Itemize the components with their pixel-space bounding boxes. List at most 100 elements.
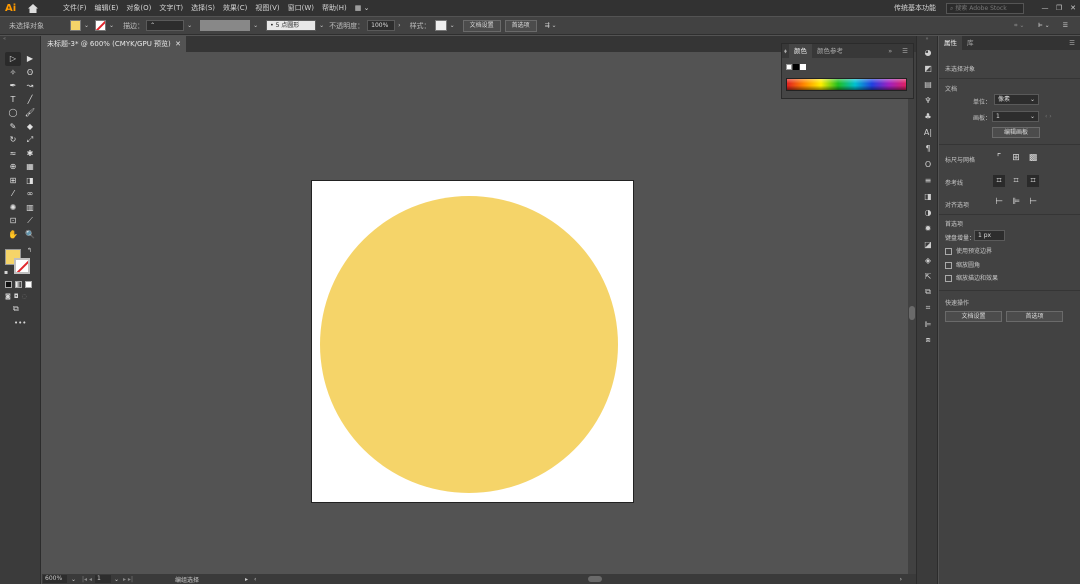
- screen-mode-icon[interactable]: ⧉: [0, 304, 40, 314]
- menu-window[interactable]: 窗口(W): [288, 3, 314, 13]
- default-colors-icon[interactable]: ▪: [4, 269, 8, 276]
- artboard-select[interactable]: 1 ⌄: [992, 111, 1039, 122]
- gradient-tool[interactable]: ◨: [22, 174, 38, 188]
- snap-to-point-icon[interactable]: ⊢: [993, 196, 1005, 208]
- zoom-field[interactable]: 600%: [43, 575, 67, 583]
- menu-file[interactable]: 文件(F): [63, 3, 87, 13]
- tab-color[interactable]: 颜色: [788, 44, 812, 58]
- perspective-grid-tool[interactable]: ▦: [22, 160, 38, 174]
- show-guides-icon[interactable]: ⌗: [993, 175, 1005, 187]
- scroll-left-icon[interactable]: ‹: [254, 576, 256, 583]
- curvature-tool[interactable]: ↝: [22, 79, 38, 93]
- panel-menu-icon[interactable]: ☰: [897, 44, 913, 58]
- close-icon[interactable]: ✕: [175, 36, 181, 52]
- chevron-down-icon[interactable]: ⌄: [450, 22, 455, 29]
- ellipse-tool[interactable]: ◯: [5, 106, 21, 120]
- layers-icon[interactable]: ◈: [917, 252, 939, 268]
- rotate-tool[interactable]: ↻: [5, 133, 21, 147]
- draw-inside-icon[interactable]: ◌: [22, 293, 27, 300]
- mesh-tool[interactable]: ⊞: [5, 174, 21, 188]
- black-swatch[interactable]: [793, 64, 799, 70]
- lasso-tool[interactable]: ʘ: [22, 66, 38, 80]
- arrange-icon[interactable]: ⇶ ⌄: [545, 22, 557, 29]
- none-mode-icon[interactable]: [25, 281, 32, 288]
- paintbrush-tool[interactable]: 🖌: [22, 106, 38, 120]
- keyboard-increment-field[interactable]: 1 px: [974, 230, 1005, 241]
- last-artboard-icon[interactable]: ▸ ▸|: [123, 576, 133, 583]
- restore-button[interactable]: ❐: [1052, 4, 1066, 12]
- menu-help[interactable]: 帮助(H): [322, 3, 347, 13]
- checkbox[interactable]: [945, 262, 952, 269]
- chevron-right-icon[interactable]: ›: [398, 22, 400, 29]
- appearance-icon[interactable]: ✹: [917, 220, 939, 236]
- use-preview-bounds-checkbox[interactable]: 使用预览边界: [945, 246, 992, 255]
- checkbox[interactable]: [945, 248, 952, 255]
- status-arrow-icon[interactable]: ▸: [245, 576, 248, 583]
- units-select[interactable]: 像素 ⌄: [994, 94, 1039, 105]
- draw-behind-icon[interactable]: ◘: [14, 293, 19, 300]
- graphic-style-swatch[interactable]: [434, 20, 447, 31]
- zoom-tool[interactable]: 🔍: [22, 228, 38, 242]
- transform-icon[interactable]: ⌗: [917, 300, 939, 316]
- none-swatch[interactable]: [786, 64, 792, 70]
- column-graph-tool[interactable]: ▥: [22, 201, 38, 215]
- menu-type[interactable]: 文字(T): [159, 3, 183, 13]
- symbols-icon[interactable]: ♣: [917, 108, 939, 124]
- opacity-field[interactable]: 100%: [367, 20, 396, 31]
- arrange-documents-icon[interactable]: ▦ ⌄: [355, 4, 370, 12]
- edit-artboards-button[interactable]: 编辑画板: [992, 127, 1040, 138]
- line-tool[interactable]: ╱: [22, 93, 38, 107]
- chevron-down-icon[interactable]: ⌄: [109, 22, 114, 29]
- lock-guides-icon[interactable]: ⌗: [1010, 175, 1022, 187]
- variable-width-profile[interactable]: [200, 20, 251, 31]
- rulers-icon[interactable]: ⌜: [993, 152, 1005, 164]
- stroke-color-box[interactable]: [14, 258, 30, 274]
- chevron-down-icon[interactable]: ⌄: [71, 576, 76, 583]
- tab-properties[interactable]: 属性: [939, 36, 962, 50]
- panel-menu-icon[interactable]: ☰: [1064, 36, 1080, 50]
- gradient-icon[interactable]: ◨: [917, 188, 939, 204]
- minimize-button[interactable]: —: [1038, 4, 1052, 12]
- slice-tool[interactable]: ⟋: [22, 214, 38, 228]
- edit-toolbar-icon[interactable]: •••: [0, 319, 40, 327]
- transparency-icon[interactable]: ◑: [917, 204, 939, 220]
- quick-document-setup-button[interactable]: 文档设置: [945, 311, 1002, 322]
- chevron-down-icon[interactable]: ⌄: [114, 576, 119, 583]
- hand-tool[interactable]: ✋: [5, 228, 21, 242]
- artboard-tool[interactable]: ⊡: [5, 214, 21, 228]
- opentype-icon[interactable]: O: [917, 156, 939, 172]
- menu-view[interactable]: 视图(V): [255, 3, 279, 13]
- color-spectrum[interactable]: [786, 78, 907, 91]
- white-swatch[interactable]: [800, 64, 806, 70]
- chevron-down-icon[interactable]: ⌄: [319, 22, 324, 29]
- swatches-icon[interactable]: ▤: [917, 76, 939, 92]
- menu-edit[interactable]: 编辑(E): [95, 3, 119, 13]
- artboards-icon[interactable]: ⧉: [917, 284, 939, 300]
- workspace-switcher[interactable]: 传统基本功能: [894, 3, 936, 13]
- direct-selection-tool[interactable]: ▶: [22, 52, 38, 66]
- snap-to-glyph-icon[interactable]: ⊢: [1027, 196, 1039, 208]
- panel-menu-icon[interactable]: ☰: [1063, 22, 1068, 29]
- menu-object[interactable]: 对象(O): [126, 3, 151, 13]
- transform-icon[interactable]: ⌗ ⌄: [1014, 22, 1024, 30]
- shape-builder-tool[interactable]: ⊕: [5, 160, 21, 174]
- eraser-tool[interactable]: ◆: [22, 120, 38, 134]
- scale-strokes-checkbox[interactable]: 缩放描边和效果: [945, 273, 998, 282]
- character-icon[interactable]: A|: [917, 124, 939, 140]
- type-tool[interactable]: T: [5, 93, 21, 107]
- scale-tool[interactable]: ⤢: [22, 133, 38, 147]
- color-panel-icon[interactable]: ◕: [917, 44, 939, 60]
- menu-effect[interactable]: 效果(C): [223, 3, 247, 13]
- artboard-number-field[interactable]: 1: [94, 575, 111, 583]
- chevron-down-icon[interactable]: ⌄: [187, 22, 192, 29]
- scroll-right-icon[interactable]: ›: [900, 576, 902, 583]
- first-artboard-icon[interactable]: |◂ ◂: [82, 576, 92, 583]
- yellow-circle[interactable]: [320, 196, 618, 493]
- draw-normal-icon[interactable]: ◙: [5, 293, 11, 300]
- document-tab[interactable]: 未标题-3* @ 600% (CMYK/GPU 预览) ✕: [42, 36, 186, 52]
- paragraph-icon[interactable]: ¶: [917, 140, 939, 156]
- document-setup-button[interactable]: 文档设置: [462, 19, 501, 32]
- stroke-swatch[interactable]: [95, 20, 107, 31]
- eyedropper-tool[interactable]: ⁄: [5, 187, 21, 201]
- chevron-down-icon[interactable]: ⌄: [84, 22, 89, 29]
